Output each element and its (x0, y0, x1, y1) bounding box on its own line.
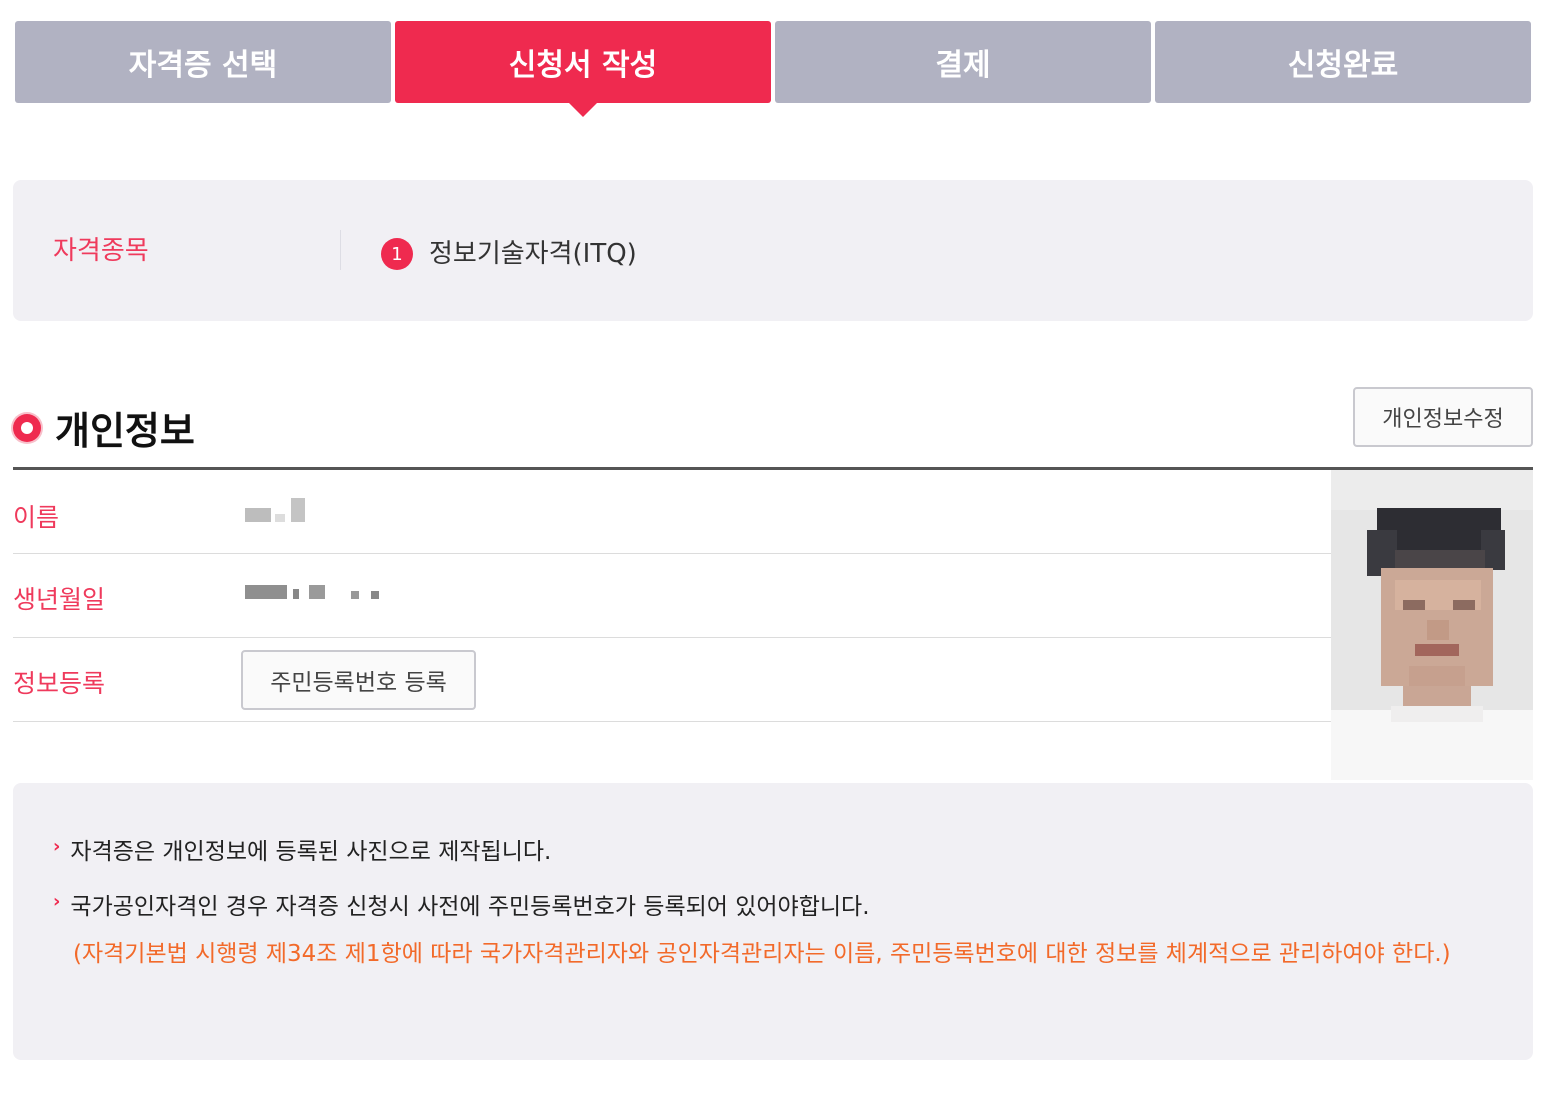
notice-text-1: 자격증은 개인정보에 등록된 사진으로 제작됩니다. (70, 839, 552, 865)
step-select-certificate[interactable]: 자격증 선택 (15, 21, 391, 103)
notice-box: › 자격증은 개인정보에 등록된 사진으로 제작됩니다. › 국가공인자격인 경… (13, 783, 1533, 1060)
birth-value-redacted (245, 584, 379, 603)
notice-item-1: › 자격증은 개인정보에 등록된 사진으로 제작됩니다. (53, 832, 551, 866)
qualification-number-badge: 1 (381, 238, 413, 270)
name-row: 이름 (13, 470, 1331, 554)
qualification-label: 자격종목 (53, 236, 149, 266)
section-bullet-icon (13, 413, 41, 442)
birth-row: 생년월일 (13, 554, 1331, 638)
profile-photo (1331, 470, 1533, 780)
qualification-item: 1 정보기술자격(ITQ) (381, 232, 637, 270)
register-row: 정보등록 주민등록번호 등록 (13, 638, 1331, 722)
edit-personal-info-button[interactable]: 개인정보수정 (1353, 387, 1533, 447)
section-title: 개인정보 (55, 409, 195, 453)
step-tabs: 자격증 선택 신청서 작성 결제 신청완료 (15, 21, 1531, 117)
register-label: 정보등록 (13, 669, 106, 698)
divider (340, 230, 341, 270)
qualification-box: 자격종목 1 정보기술자격(ITQ) (13, 180, 1533, 321)
register-resident-number-button[interactable]: 주민등록번호 등록 (241, 650, 476, 710)
notice-item-2: › 국가공인자격인 경우 자격증 신청시 사전에 주민등록번호가 등록되어 있어… (53, 887, 870, 921)
name-label: 이름 (13, 503, 60, 532)
birth-label: 생년월일 (13, 585, 106, 614)
notice-text-2: 국가공인자격인 경우 자격증 신청시 사전에 주민등록번호가 등록되어 있어야합… (70, 894, 870, 920)
chevron-right-icon: › (53, 836, 61, 857)
profile-photo-image (1331, 470, 1533, 780)
step-payment[interactable]: 결제 (775, 21, 1151, 103)
name-value-redacted (245, 498, 305, 526)
personal-info-header: 개인정보 (13, 400, 195, 455)
qualification-name: 정보기술자격(ITQ) (429, 238, 637, 269)
step-write-application[interactable]: 신청서 작성 (395, 21, 771, 117)
notice-law-note: (자격기본법 시행령 제34조 제1항에 따라 국가자격관리자와 공인자격관리자… (73, 941, 1451, 967)
step-complete[interactable]: 신청완료 (1155, 21, 1531, 103)
chevron-right-icon: › (53, 891, 61, 912)
